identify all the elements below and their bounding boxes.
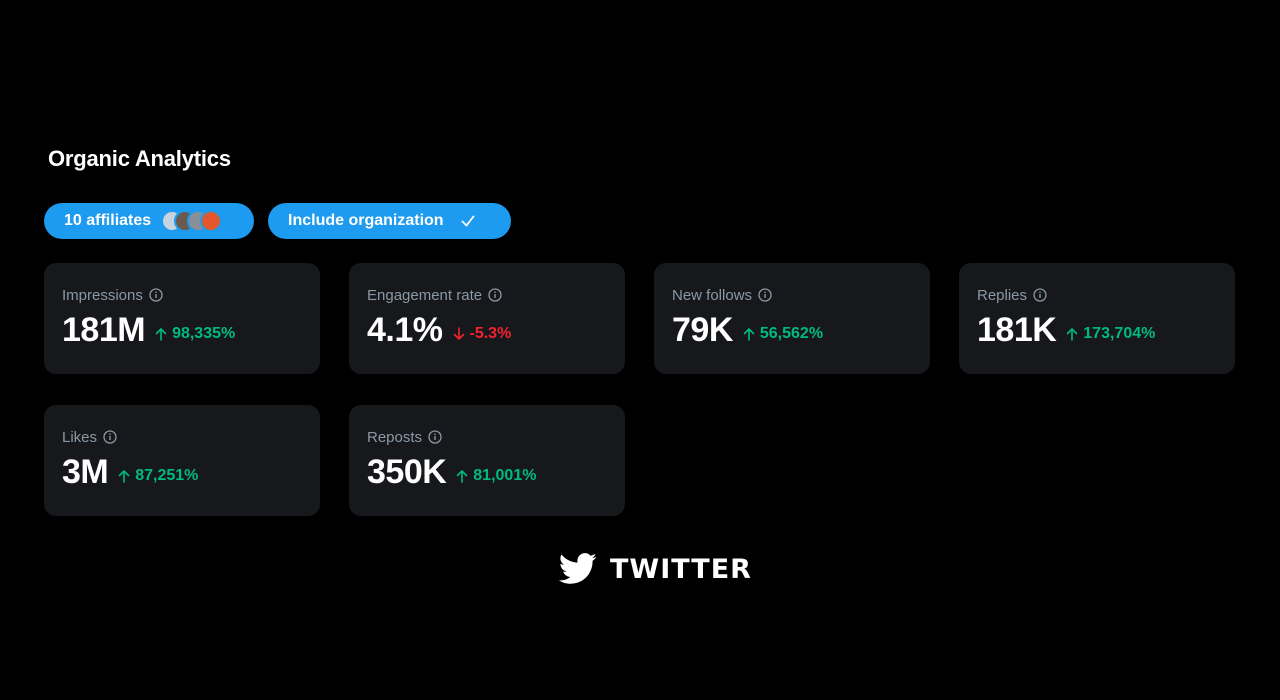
metric-change: 98,335% [155,325,235,343]
include-organization-toggle[interactable]: Include organization [268,203,511,239]
metric-card-new-follows[interactable]: New follows 79K 56,562% [654,263,930,374]
affiliates-label: 10 affiliates [64,212,152,229]
info-icon[interactable] [488,288,502,302]
metric-change: 87,251% [118,467,198,485]
metric-change-value: -5.3% [469,325,512,342]
arrow-up-icon [118,469,130,483]
metric-value: 350K [367,453,447,491]
info-icon[interactable] [1033,288,1047,302]
metric-value: 181M [62,311,146,349]
metric-value: 181K [977,311,1057,349]
metric-value: 4.1% [367,311,443,349]
metric-card-impressions[interactable]: Impressions 181M 98,335% [44,263,320,374]
metric-card-likes[interactable]: Likes 3M 87,251% [44,405,320,516]
metric-label: Engagement rate [367,286,483,304]
metric-label: New follows [672,286,753,304]
arrow-up-icon [456,469,468,483]
arrow-up-icon [155,327,167,341]
info-icon[interactable] [149,288,163,302]
metric-change: 173,704% [1066,325,1155,343]
metric-change: 56,562% [743,325,823,343]
avatar [200,210,223,232]
twitter-logo: TWITTER [558,553,752,585]
metric-change: 81,001% [456,467,536,485]
metric-label: Replies [977,286,1028,304]
metric-change-value: 56,562% [759,325,824,342]
metric-value: 79K [672,311,733,349]
info-icon[interactable] [103,430,117,444]
arrow-up-icon [1066,327,1078,341]
metric-change: -5.3% [453,325,512,343]
metric-label: Reposts [367,428,423,446]
include-organization-label: Include organization [288,212,444,229]
metric-change-value: 98,335% [172,325,236,342]
arrow-down-icon [453,327,465,341]
metric-label: Impressions [62,286,143,304]
page-title: Organic Analytics [48,146,231,171]
affiliates-button[interactable]: 10 affiliates [44,203,254,239]
twitter-bird-icon [558,553,598,585]
metric-change-value: 173,704% [1083,325,1156,342]
info-icon[interactable] [428,430,442,444]
metric-card-engagement-rate[interactable]: Engagement rate 4.1% -5.3% [349,263,625,374]
affiliate-avatars [161,210,223,232]
metric-card-reposts[interactable]: Reposts 350K 81,001% [349,405,625,516]
brand-name: TWITTER [610,553,752,585]
info-icon[interactable] [758,288,772,302]
metric-value: 3M [62,453,109,491]
metric-card-replies[interactable]: Replies 181K 173,704% [959,263,1235,374]
checkmark-icon [460,213,476,229]
metric-label: Likes [62,428,98,446]
arrow-up-icon [743,327,755,341]
metric-change-value: 81,001% [473,467,537,484]
metric-change-value: 87,251% [135,467,199,484]
